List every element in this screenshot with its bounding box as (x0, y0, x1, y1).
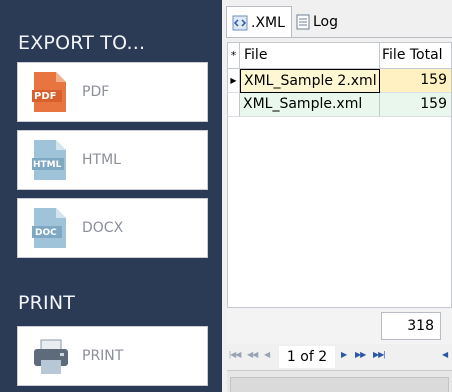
tab-xml-label: .XML (251, 14, 285, 31)
next-page-icon[interactable]: ▶ (341, 350, 347, 359)
export-pdf-button[interactable]: PDF PDF (17, 62, 208, 122)
tab-xml[interactable]: .XML (226, 6, 292, 38)
printer-icon (32, 334, 68, 378)
print-heading: PRINT (18, 292, 76, 314)
data-panel: .XML Log * File File Total ▶ XML_Sample … (222, 0, 452, 392)
tab-border (226, 37, 452, 38)
xml-icon (232, 15, 248, 31)
grid-header: * File File Total (228, 43, 451, 69)
tab-log-label: Log (313, 14, 339, 30)
file-grid: * File File Total ▶ XML_Sample 2.xml 159… (227, 42, 452, 308)
cell-file[interactable]: XML_Sample 2.xml (240, 69, 380, 93)
html-icon-text: HTML (33, 160, 62, 170)
prev-page-icon[interactable]: ◀ (264, 350, 270, 359)
export-docx-button[interactable]: DOC DOCX (17, 198, 208, 258)
scrollbar-track[interactable] (230, 377, 449, 392)
first-page-icon[interactable]: |◀◀ (229, 350, 241, 359)
cell-file[interactable]: XML_Sample.xml (240, 93, 380, 117)
table-row[interactable]: ▶ XML_Sample 2.xml 159 (228, 69, 451, 93)
table-row[interactable]: XML_Sample.xml 159 (228, 93, 451, 117)
print-label: PRINT (82, 348, 124, 364)
next-page-group-icon[interactable]: ▶▶ (355, 350, 366, 359)
export-pdf-label: PDF (82, 84, 110, 100)
page-indicator[interactable]: 1 of 2 (279, 346, 335, 368)
bottom-scrollbar[interactable] (227, 370, 452, 392)
docx-icon-text: DOC (35, 228, 57, 238)
column-header-file-total[interactable]: File Total (380, 43, 451, 68)
new-row-indicator: * (228, 43, 240, 68)
summary-total: 318 (381, 312, 441, 340)
html-file-icon: HTML (32, 138, 68, 182)
current-row-arrow-icon: ▶ (228, 69, 240, 93)
log-icon (296, 14, 310, 30)
pdf-icon-text: PDF (34, 91, 57, 102)
export-heading: EXPORT TO... (18, 32, 146, 54)
last-page-icon[interactable]: ▶▶| (373, 350, 385, 359)
tab-strip: .XML Log (222, 0, 452, 38)
export-html-button[interactable]: HTML HTML (17, 130, 208, 190)
print-button[interactable]: PRINT (17, 326, 208, 386)
export-panel: EXPORT TO... PDF PDF HTML HTML DOC DOCX … (0, 0, 222, 392)
docx-file-icon: DOC (32, 206, 68, 250)
export-docx-label: DOCX (82, 220, 124, 236)
row-indicator (228, 93, 240, 117)
column-header-file[interactable]: File (240, 43, 380, 68)
cell-file-total[interactable]: 159 (380, 69, 451, 93)
scroll-left-icon[interactable]: ◀ (442, 350, 448, 359)
pager: |◀◀ ◀◀ ◀ 1 of 2 ▶ ▶▶ ▶▶| ◀ (227, 344, 452, 368)
export-html-label: HTML (82, 152, 121, 168)
prev-page-group-icon[interactable]: ◀◀ (247, 350, 258, 359)
cell-file-total[interactable]: 159 (380, 93, 451, 117)
pdf-file-icon: PDF (32, 70, 68, 114)
tab-log[interactable]: Log (292, 8, 346, 36)
